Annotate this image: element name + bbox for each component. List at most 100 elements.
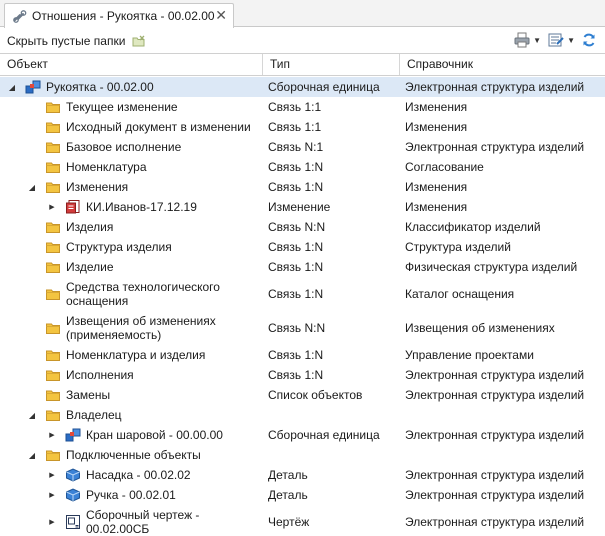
object-cell: ◢ Изменения [0,177,263,197]
folder-icon [45,99,61,115]
object-name: Владелец [66,408,122,422]
type-cell: Связь 1:N [268,348,324,362]
tree-row[interactable]: Замены Список объектов Электронная структу… [0,385,605,405]
tree-row[interactable]: Номенклатура и изделия Связь 1:N Управлени… [0,345,605,365]
column-header-reference[interactable]: Справочник [400,54,605,75]
tree-row[interactable]: Номенклатура Связь 1:N Согласование [0,157,605,177]
folder-icon [45,367,61,383]
object-cell: ◢ Подключенные объекты [0,445,263,465]
toolbar-right: ▼ ▼ [511,31,599,49]
object-name: Сборочный чертеж - 00.02.00СБ [86,508,200,536]
type-cell: Деталь [268,488,308,502]
tree-row[interactable]: Базовое исполнение Связь N:1 Электронная с… [0,137,605,157]
chevron-down-icon[interactable]: ◢ [27,410,37,420]
drawing-icon [65,514,81,530]
refresh-button[interactable] [579,31,599,49]
tree-row[interactable]: Изделие Связь 1:N Физическая структура изд… [0,257,605,277]
type-cell: Связь N:N [268,321,326,335]
tree-row[interactable]: Изделия Связь N:N Классификатор изделий [0,217,605,237]
object-cell: ▶ КИ.Иванов-17.12.19 [0,197,263,217]
chevron-right-icon[interactable]: ▶ [47,517,57,527]
object-cell: ◢ Владелец [0,405,263,425]
chevron-down-icon[interactable]: ◢ [27,450,37,460]
object-name: Изделия [66,220,114,234]
settings-button[interactable]: ▼ [545,31,577,49]
folder-icon [45,387,61,403]
reference-cell: Изменения [405,120,468,134]
object-cell: Номенклатура [0,157,263,177]
object-cell: Замены [0,385,263,405]
object-name: КИ.Иванов-17.12.19 [86,200,197,214]
reference-cell: Электронная структура изделий [405,140,585,154]
toolbar: Скрыть пустые папки ▼ ▼ [0,28,605,53]
folder-icon [45,320,61,336]
tree-row[interactable]: ◢ Владелец [0,405,605,425]
chevron-down-icon: ▼ [567,35,575,45]
object-name: Рукоятка - 00.02.00 [46,80,154,94]
tree-row[interactable]: ▶ Насадка - 00.02.02 Деталь Электронная стр… [0,465,605,485]
chevron-right-icon[interactable]: ▶ [47,470,57,480]
reference-cell [405,445,605,465]
tree-row[interactable]: Средства технологического оснащения Связь… [0,277,605,311]
tree-row[interactable]: ▶ Кран шаровой - 00.00.00 Сборочная единиц… [0,425,605,445]
tab-strip: Отношения - Рукоятка - 00.02.00 ✕ [0,0,605,28]
object-name: Номенклатура и изделия [66,348,206,362]
chevron-down-icon[interactable]: ◢ [7,82,17,92]
object-name: Замены [66,388,111,402]
hide-empty-folders-button[interactable]: Скрыть пустые папки [7,34,125,48]
chevron-down-icon: ▼ [533,35,542,45]
column-header-type[interactable]: Тип [263,54,400,75]
folder-icon [45,159,61,175]
object-name: Средства технологического оснащения [66,280,220,308]
tree-row[interactable]: Структура изделия Связь 1:N Структура изде… [0,237,605,257]
tab-relations[interactable]: Отношения - Рукоятка - 00.02.00 ✕ [4,3,234,28]
print-button[interactable]: ▼ [511,31,543,49]
type-cell [268,405,400,425]
tree-row[interactable]: ▶ КИ.Иванов-17.12.19 Изменение Изменения [0,197,605,217]
assembly-icon [25,79,41,95]
part-icon [65,487,81,503]
tree-row[interactable]: Извещения об изменениях (применяемость) С… [0,311,605,345]
object-cell: Исходный документ в изменении [0,117,263,137]
object-cell: Текущее изменение [0,97,263,117]
reference-cell: Изменения [405,100,468,114]
type-cell: Связь N:1 [268,140,324,154]
chevron-right-icon[interactable]: ▶ [47,202,57,212]
object-name: Исходный документ в изменении [66,120,251,134]
refresh-icon [583,33,595,47]
chevron-right-icon[interactable]: ▶ [47,490,57,500]
chevron-right-icon[interactable]: ▶ [47,430,57,440]
tree-row[interactable]: ◢ Рукоятка - 00.02.00 Сборочная единица Эле… [0,77,605,97]
type-cell: Связь 1:1 [268,100,322,114]
folder-icon [45,286,61,302]
object-name: Ручка - 00.02.01 [86,488,176,502]
object-cell: ▶ Кран шаровой - 00.00.00 [0,425,263,445]
tree-row[interactable]: ◢ Изменения Связь 1:N Изменения [0,177,605,197]
close-icon[interactable]: ✕ [215,8,227,22]
tree-row[interactable]: Текущее изменение Связь 1:1 Изменения [0,97,605,117]
chevron-down-icon[interactable]: ◢ [27,182,37,192]
type-cell: Сборочная единица [268,428,380,442]
object-cell: Изделие [0,257,263,277]
object-cell: Структура изделия [0,237,263,257]
tree-row[interactable]: Исходный документ в изменении Связь 1:1 Из… [0,117,605,137]
tree-row[interactable]: ▶ Сборочный чертеж - 00.02.00СБ Чертёж Элек… [0,505,605,536]
tree-row[interactable]: ▶ Ручка - 00.02.01 Деталь Электронная струк… [0,485,605,505]
reference-cell: Извещения об изменениях [405,321,555,335]
tree-row[interactable]: ◢ Подключенные объекты [0,445,605,465]
object-cell: Средства технологического оснащения [0,277,263,311]
reference-cell: Электронная структура изделий [405,80,585,94]
object-name: Номенклатура [66,160,147,174]
hide-empty-folders-icon[interactable] [131,33,147,49]
reference-cell: Изменения [405,180,468,194]
type-cell: Связь 1:N [268,260,324,274]
reference-cell: Электронная структура изделий [405,488,585,502]
tree-row[interactable]: Исполнения Связь 1:N Электронная структура… [0,365,605,385]
reference-cell: Электронная структура изделий [405,428,585,442]
reference-cell: Электронная структура изделий [405,515,585,529]
folder-icon [45,179,61,195]
tab-title: Отношения - Рукоятка - 00.02.00 [32,9,215,23]
assembly-icon [65,427,81,443]
column-header-object[interactable]: Объект [0,54,263,75]
type-cell: Связь 1:N [268,160,324,174]
